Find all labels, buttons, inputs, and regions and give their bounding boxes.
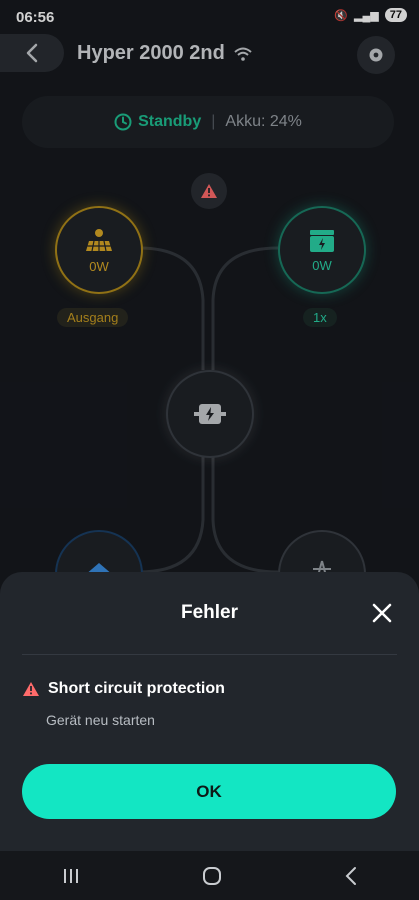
home-icon[interactable] <box>202 866 222 886</box>
back-icon[interactable] <box>343 866 359 886</box>
error-description: Gerät neu starten <box>46 712 155 728</box>
ok-button[interactable]: OK <box>22 764 396 819</box>
sheet-title: Fehler <box>180 602 239 623</box>
error-heading: Short circuit protection <box>22 680 225 698</box>
close-button[interactable] <box>369 600 395 626</box>
warning-icon <box>23 682 39 696</box>
system-nav-bar <box>0 851 419 900</box>
divider <box>22 654 397 655</box>
error-title: Short circuit protection <box>48 680 225 697</box>
close-icon <box>372 603 392 623</box>
recent-apps-icon[interactable] <box>61 867 81 885</box>
